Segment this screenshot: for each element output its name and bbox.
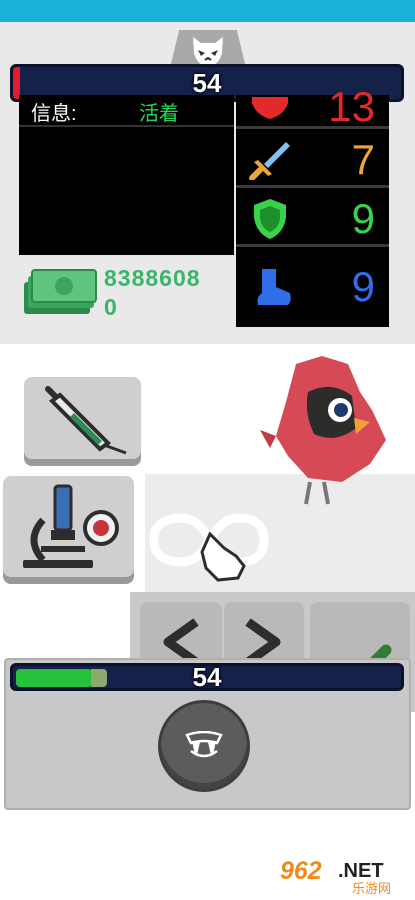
stat-value-defense: 9: [351, 195, 375, 242]
stat-row-attack: 7: [236, 132, 389, 188]
swipe-infinity-icon: [149, 513, 269, 582]
svg-text:962: 962: [280, 857, 322, 885]
money-line-1: 8388608: [104, 265, 201, 291]
bite-button[interactable]: [158, 700, 250, 792]
stats-column: 13 7 9 9: [236, 83, 389, 327]
sword-icon: [249, 142, 290, 180]
microscope-icon: [23, 484, 119, 568]
syringe-button[interactable]: [24, 377, 141, 466]
watermark-logo: 962 .NET 乐游网: [276, 852, 410, 897]
money-line-2: 0: [104, 294, 118, 320]
info-label: 信息:: [31, 103, 77, 125]
top-status-strip: [0, 0, 415, 22]
heart-shield-icon: [252, 97, 288, 119]
stat-row-defense: 9: [236, 191, 389, 247]
stat-value-health: 13: [328, 83, 375, 130]
game-screen: 54 信息: 活着 13 7 9 9 8388608 0 54 962 .NET…: [0, 0, 415, 900]
bottom-progress-bar: 54: [10, 662, 404, 692]
info-line: 信息: 活着: [19, 95, 234, 127]
info-box: 信息: 活着: [19, 95, 234, 255]
stat-value-speed: 9: [351, 263, 375, 310]
syringe-icon: [45, 386, 127, 455]
microscope-button[interactable]: [3, 476, 134, 584]
svg-text:.NET: .NET: [338, 860, 384, 882]
info-status: 活着: [139, 103, 179, 125]
stat-row-health: 13: [236, 83, 389, 130]
bottom-bar-value: 54: [192, 662, 222, 692]
stat-row-speed: 9: [236, 253, 389, 325]
red-bird-creature[interactable]: [252, 352, 392, 512]
watermark-graphic: 962 .NET 乐游网: [276, 852, 410, 897]
shield-icon: [254, 199, 286, 239]
fangs-icon: [185, 731, 223, 758]
boot-icon: [257, 269, 291, 305]
stat-value-attack: 7: [351, 136, 375, 183]
cash-icon: [24, 269, 97, 314]
svg-text:乐游网: 乐游网: [352, 882, 391, 896]
